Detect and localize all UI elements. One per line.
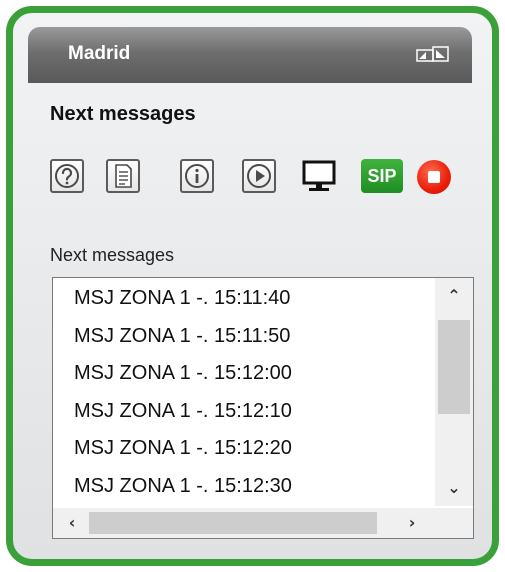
horizontal-scrollbar[interactable]: ‹ › [53, 508, 435, 538]
messages-listbox[interactable]: MSJ ZONA 1 -. 15:11:40 MSJ ZONA 1 -. 15:… [52, 277, 474, 539]
document-button[interactable] [106, 159, 140, 193]
horizontal-scroll-thumb[interactable] [89, 512, 377, 534]
scroll-down-icon[interactable]: ⌄ [435, 478, 473, 497]
sip-button[interactable]: SIP [361, 159, 403, 193]
window-title: Madrid [68, 43, 131, 64]
list-item[interactable]: MSJ ZONA 1 -. 15:11:40 [53, 280, 433, 318]
monitor-button[interactable] [301, 159, 336, 193]
list-item[interactable]: MSJ ZONA 1 -. 15:12:30 [53, 468, 433, 506]
vertical-scrollbar[interactable]: ⌃ ⌄ [435, 278, 473, 506]
help-button[interactable] [50, 159, 84, 193]
vertical-scroll-thumb[interactable] [438, 320, 470, 414]
scrollbar-corner [435, 508, 473, 538]
monitor-icon [302, 160, 336, 191]
help-icon [55, 164, 79, 188]
sip-icon: SIP [367, 166, 397, 186]
stop-icon [428, 171, 440, 183]
messages-label: Next messages [50, 245, 175, 265]
document-icon [115, 164, 132, 188]
restore-window-icon[interactable] [416, 45, 450, 63]
scroll-up-icon[interactable]: ⌃ [435, 286, 473, 305]
info-button[interactable] [180, 159, 214, 193]
stop-button[interactable] [417, 160, 451, 194]
toolbar: SIP [50, 159, 470, 205]
messages-list: MSJ ZONA 1 -. 15:11:40 MSJ ZONA 1 -. 15:… [53, 280, 433, 510]
list-item[interactable]: MSJ ZONA 1 -. 15:12:00 [53, 355, 433, 393]
panel-frame: Madrid Next messages SIP Next messages M… [6, 6, 499, 566]
play-icon [247, 164, 271, 188]
scroll-right-icon[interactable]: › [393, 513, 431, 532]
info-icon [185, 164, 209, 188]
list-item[interactable]: MSJ ZONA 1 -. 15:12:10 [53, 393, 433, 431]
title-bar[interactable]: Madrid [28, 27, 472, 83]
play-button[interactable] [242, 159, 276, 193]
list-item[interactable]: MSJ ZONA 1 -. 15:11:50 [53, 318, 433, 356]
scroll-left-icon[interactable]: ‹ [53, 513, 91, 532]
list-item[interactable]: MSJ ZONA 1 -. 15:12:20 [53, 430, 433, 468]
section-title: Next messages [50, 103, 196, 125]
